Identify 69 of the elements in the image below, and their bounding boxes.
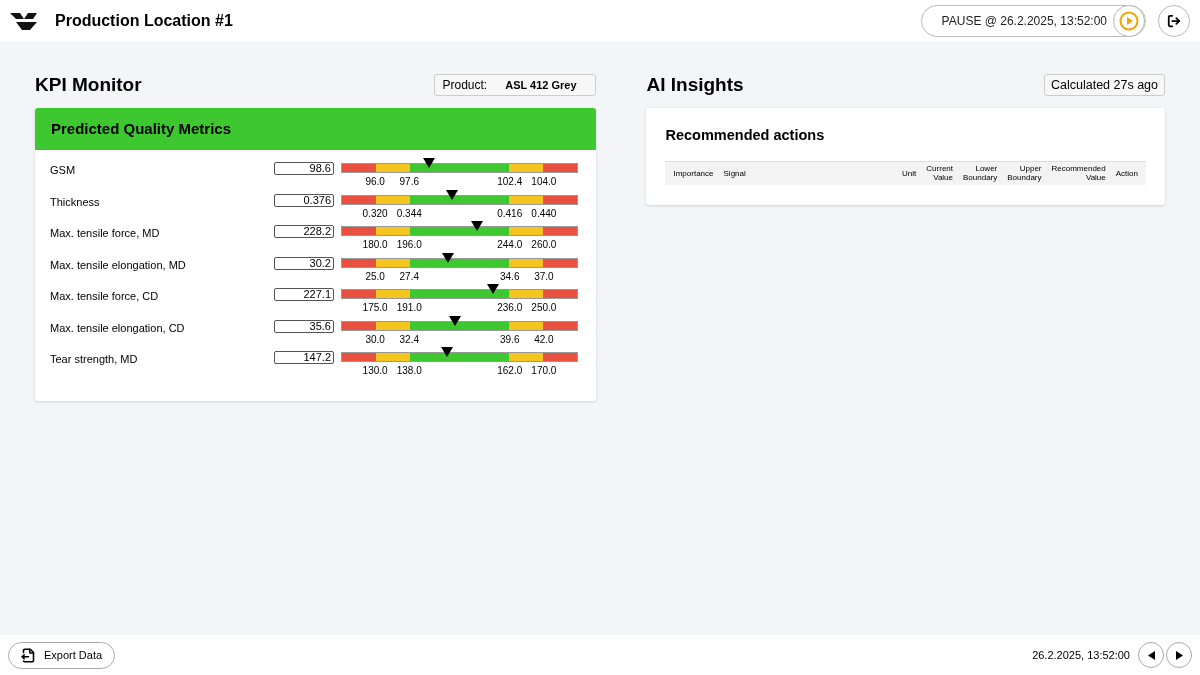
tick-label: 260.0 [531,238,557,252]
tick-label: 170.0 [531,364,557,378]
tick-label: 0.416 [497,206,523,221]
metric-name: Max. tensile elongation, MD [50,257,187,273]
tick-label: 104.0 [531,175,557,189]
tick-label: 27.4 [399,269,419,284]
metric-name: Tear strength, MD [50,352,139,367]
export-icon [21,647,36,663]
tick-label: 130.0 [362,364,388,378]
tick-label: 138.0 [396,364,422,378]
column-header: Action [1115,168,1138,178]
play-icon [1119,11,1139,31]
metric-name: GSM [50,163,77,178]
column-header: Upper Boundary [1007,164,1042,183]
tick-label: 97.6 [399,175,419,189]
tick-label: 39.6 [500,332,520,347]
tick-label: 180.0 [362,238,388,252]
tick-label: 30.0 [365,332,385,347]
tick-label: 32.4 [399,332,419,347]
tick-label: 0.440 [531,206,557,221]
tick-label: 42.0 [534,332,554,347]
tick-label: 196.0 [396,238,422,252]
tick-label: 102.4 [497,175,523,189]
metric-value: 35.6 [274,319,334,333]
pause-status-text: PAUSE @ 26.2.2025, 13:52:00 [941,13,1107,30]
product-value: ASL 412 Grey [505,77,577,93]
tick-label: 37.0 [534,269,554,284]
card-title: Recommended actions [665,126,826,145]
location-title: Production Location #1 [55,11,233,31]
tick-label: 0.320 [362,206,388,221]
metric-name: Max. tensile force, MD [50,226,161,241]
metric-value: 30.2 [274,256,334,270]
metric-name: Max. tensile force, CD [50,289,160,304]
tick-label: 244.0 [497,238,523,252]
product-selector[interactable]: Product: ASL 412 Grey [434,74,597,96]
product-label: Product: [442,77,488,94]
section-title: KPI Monitor [35,72,142,97]
tick-label: 34.6 [500,269,520,284]
tick-label: 0.344 [396,206,422,221]
caret-right-icon [1175,650,1183,660]
logo-icon [10,11,38,31]
column-header: Importance [673,168,714,178]
tick-label: 191.0 [396,301,422,315]
metric-value: 228.2 [274,225,334,238]
tick-label: 236.0 [497,301,523,315]
tick-label: 250.0 [531,301,557,315]
tick-label: 162.0 [497,364,523,378]
logout-icon [1167,14,1181,28]
calculated-badge: Calculated 27s ago [1043,74,1165,96]
export-button[interactable]: Export Data [8,641,116,669]
column-header: Recommended Value [1051,164,1106,183]
column-header: Signal [723,168,747,178]
tick-label: 175.0 [362,301,388,315]
metric-name: Max. tensile elongation, CD [50,320,186,336]
caret-left-icon [1147,650,1155,660]
metric-name: Thickness [50,194,101,210]
tick-label: 25.0 [365,269,385,284]
column-header: Lower Boundary [963,164,998,183]
tick-label: 96.0 [365,175,385,189]
metric-value: 227.1 [274,288,334,301]
metric-value: 0.376 [274,193,334,207]
column-header: Current Value [926,164,953,183]
logout-button[interactable] [1158,5,1190,37]
section-title: AI Insights [646,72,744,97]
timestamp: 26.2.2025, 13:52:00 [1032,647,1130,663]
column-header: Unit [902,168,917,178]
metric-value: 147.2 [274,351,334,364]
metric-value: 98.6 [274,162,334,175]
card-title: Predicted Quality Metrics [51,118,232,139]
